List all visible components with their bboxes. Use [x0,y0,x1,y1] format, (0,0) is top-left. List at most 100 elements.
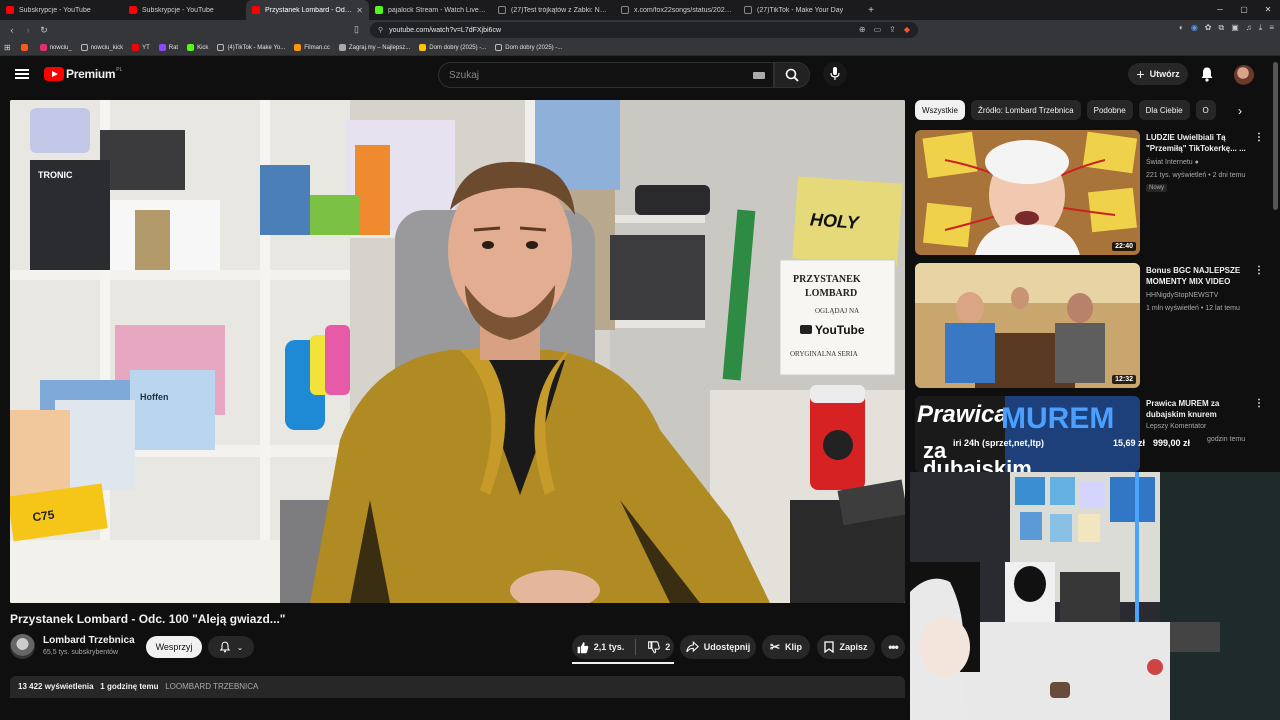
more-vert-icon[interactable]: ⋮ [1254,132,1264,143]
chip-related[interactable]: Podobne [1086,100,1133,120]
browser-tab[interactable]: (27)Test trójkątów z Żabki: Najlepsze... [492,0,615,20]
description-tag[interactable]: LOOMBARD TRZEBNICA [165,682,258,691]
music-icon[interactable]: ♫ [1246,23,1252,33]
channel-avatar[interactable] [10,634,35,659]
bookmark-icon[interactable]: ▯ [354,24,359,35]
bookmark-item[interactable]: Rat [158,44,178,51]
notifications-bell-icon[interactable] [1199,66,1215,82]
more-vert-icon[interactable]: ⋮ [1254,265,1264,276]
bookmark-favicon-icon [132,44,140,51]
chip-source[interactable]: Źródło: Lombard Trzebnica [971,100,1081,120]
tab-title: x.com/fox22songs/status/20285901... [634,6,732,14]
bookmark-item[interactable]: Dom dobry (2025) -... [419,44,486,51]
keyboard-icon[interactable] [753,72,765,79]
tab-favicon-icon [129,6,137,14]
share-icon [686,641,699,653]
browser-tab[interactable]: Subskrypcje - YouTube [0,0,123,20]
subscription-bell-button[interactable]: ⌄ [208,636,254,658]
description-box[interactable]: 13 422 wyświetlenia 1 godzinę temu LOOMB… [10,676,905,698]
tab-title: (27)Test trójkątów z Żabki: Najlepsze... [511,6,609,14]
browser-tab[interactable]: (27)TikTok - Make Your Day [738,0,861,20]
brave-shield-icon[interactable]: ◆ [904,25,910,34]
cast-icon[interactable]: ▭ [874,25,882,34]
rec-channel[interactable]: HHNigdyStopNEWSTV [1146,292,1218,299]
minimize-icon[interactable]: ─ [1208,0,1232,20]
duration-badge: 22:40 [1112,242,1136,251]
bookmark-item[interactable]: Filman.cc [294,44,330,51]
rec-title[interactable]: LUDZIE Uwielbiali Tą "Przemiłą" TikToker… [1146,132,1246,154]
chip-all[interactable]: Wszystkie [915,100,965,120]
browser-tab[interactable]: pajalock Stream - Watch Live on Kick [369,0,492,20]
video-thumbnail[interactable]: 12:32 [915,263,1140,388]
browser-tab-bar: Subskrypcje - YouTube Subskrypcje - YouTu… [0,0,1280,20]
download-icon[interactable]: ⤓ [1259,23,1263,33]
chevron-right-icon[interactable]: › [1238,104,1242,118]
support-button[interactable]: Wesprzyj [146,636,202,658]
extension-icon[interactable]: ✿ [1205,23,1212,33]
bookmark-favicon-icon [294,44,302,51]
rec-channel[interactable]: Świat Internetu ● [1146,159,1199,166]
bookmark-item[interactable]: YT [132,44,150,51]
channel-name[interactable]: Lombard Trzebnica [43,635,135,646]
puzzle-icon[interactable]: ⧉ [1219,23,1225,33]
maximize-icon[interactable]: ▢ [1232,0,1256,20]
apps-grid-icon[interactable]: ⊞ [4,43,11,52]
browser-tab[interactable]: x.com/fox22songs/status/20285901... [615,0,738,20]
url-bar[interactable]: ⚲ youtube.com/watch?v=L7dFXjbi6cw ⊕ ▭ ⇪ … [370,22,918,38]
recommendation-item[interactable]: 12:32 Bonus BGC NAJLEPSZE MOMENTY MIX VI… [915,263,1265,388]
extension-icon[interactable]: ◉ [1191,23,1198,33]
save-button[interactable]: Zapisz [817,635,875,659]
forward-icon[interactable]: › [20,25,36,35]
site-info-icon[interactable]: ⚲ [378,26,383,34]
bookmark-label: YT [142,44,150,51]
extension-icon[interactable]: ◐ [1179,23,1184,33]
share-page-icon[interactable]: ⇪ [889,25,896,34]
recommendation-item[interactable]: 22:40 LUDZIE Uwielbiali Tą "Przemiłą" Ti… [915,130,1265,255]
tab-close-icon[interactable]: ✕ [356,6,363,15]
youtube-premium-logo[interactable]: Premium PL [44,67,122,81]
bookmark-item[interactable]: nowciu_ [39,44,72,51]
video-thumbnail[interactable]: 22:40 [915,130,1140,255]
bookmark-favicon-icon [338,44,346,51]
voice-search-button[interactable] [823,62,847,86]
zoom-icon[interactable]: ⊕ [859,25,866,34]
bookmark-item[interactable]: (4)TikTok - Make Yo... [217,44,285,51]
thumb-text-big: Prawica [917,401,1008,428]
rec-channel[interactable]: Lepszy Komentator [1146,423,1206,430]
browser-tab[interactable]: Przystanek Lombard - Odc. 1... ✕ [246,0,369,20]
new-tab-button[interactable]: + [861,5,881,16]
video-player[interactable]: TRONIC Hoffen C75 HOLY PRZYSTANEK LOMBAR… [10,100,905,603]
bookmark-item[interactable] [20,44,31,51]
clip-button[interactable]: ✂ Klip [762,635,810,659]
browser-tab[interactable]: Subskrypcje - YouTube [123,0,246,20]
like-button[interactable]: 2,1 tys. [576,641,624,654]
close-window-icon[interactable]: ✕ [1256,0,1280,20]
thumbnail-image-2 [915,263,1140,388]
rec-title[interactable]: Prawica MUREM za dubajskim knurem [1146,398,1246,420]
create-button[interactable]: + Utwórz [1128,63,1188,85]
extensions: ◐ ◉ ✿ ⧉ ▣ ♫ ⤓ ≡ [1179,23,1274,33]
back-icon[interactable]: ‹ [4,25,20,35]
logo-text: Premium [66,67,116,81]
search-input[interactable]: Szukaj [438,62,774,88]
youtube-play-icon [44,67,64,81]
chip-more[interactable]: O [1195,100,1216,120]
account-avatar[interactable] [1234,65,1254,85]
wallet-icon[interactable]: ▣ [1231,23,1239,33]
bookmark-item[interactable]: Dom dobry (2025) -... [495,44,562,51]
more-actions-button[interactable]: ••• [881,635,905,659]
chip-for-you[interactable]: Dla Ciebie [1138,100,1190,120]
share-button[interactable]: Udostępnij [680,635,756,659]
rec-title[interactable]: Bonus BGC NAJLEPSZE MOMENTY MIX VIDEO [1146,265,1246,287]
reload-icon[interactable]: ↻ [36,25,52,36]
more-vert-icon[interactable]: ⋮ [1254,398,1264,409]
menu-hamburger-icon[interactable] [15,67,29,81]
menu-icon[interactable]: ≡ [1269,23,1274,33]
save-label: Zapisz [839,642,868,652]
search-button[interactable] [774,62,810,88]
bookmark-item[interactable]: nowciu_kick [80,44,123,51]
bookmark-item[interactable]: Zagraj.my – Najlepsz... [338,44,410,51]
dislike-button[interactable]: 2 [647,640,670,654]
bookmark-item[interactable]: Kick [187,44,208,51]
page-scrollbar[interactable] [1273,62,1278,210]
